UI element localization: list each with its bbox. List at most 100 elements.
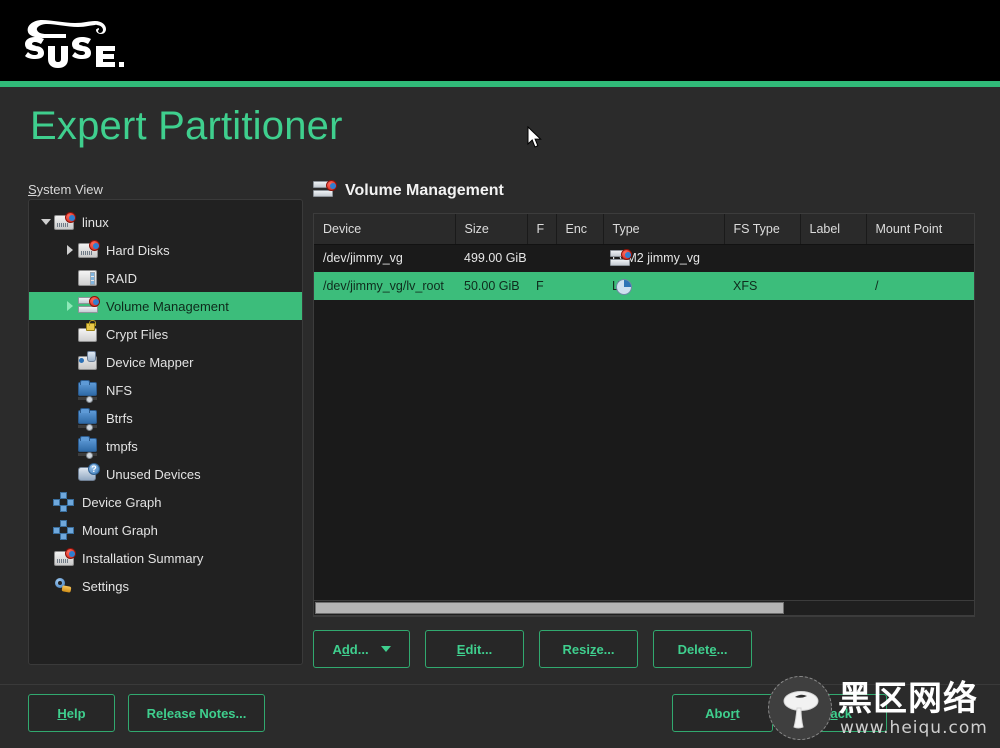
edit-button[interactable]: Edit...	[425, 630, 524, 668]
abort-button[interactable]: Abort	[672, 694, 773, 732]
cell-enc	[556, 244, 603, 272]
system-view-label: System View	[28, 182, 103, 197]
sidebar-item-hard-disks[interactable]: Hard Disks	[29, 236, 302, 264]
cell-f	[527, 244, 556, 272]
chevron-down-icon[interactable]	[39, 208, 53, 236]
column-header-fs-type[interactable]: FS Type	[724, 214, 801, 245]
suse-banner	[0, 0, 1000, 81]
device-mapper-icon	[77, 351, 99, 372]
sidebar-item-settings[interactable]: Settings	[29, 572, 302, 600]
footer-divider	[0, 684, 1000, 685]
cell-mount-point: /	[866, 272, 974, 300]
sidebar-item-linux[interactable]: linux	[29, 208, 302, 236]
chevron-right-icon[interactable]	[63, 236, 77, 264]
cell-size: 499.00 GiB	[464, 251, 527, 266]
hard-disk-icon	[53, 212, 76, 232]
suse-logo	[25, 20, 124, 68]
mouse-cursor	[527, 126, 542, 148]
back-button[interactable]: Back	[786, 694, 887, 732]
twisty-placeholder	[63, 264, 77, 292]
cell-type: LV	[603, 272, 724, 300]
cell-fs-type: XFS	[724, 272, 800, 300]
table-row[interactable]: /dev/jimmy_vg 499.00 GiB LVM2 jimmy_vg	[314, 244, 974, 272]
sidebar-item-crypt-files[interactable]: Crypt Files	[29, 320, 302, 348]
cell-f: F	[527, 272, 556, 300]
system-view-tree[interactable]: linux Hard Disks RAID Volume Management Cryp…	[29, 200, 302, 600]
graph-icon	[53, 492, 75, 512]
cell-type: LVM2 jimmy_vg	[603, 244, 724, 272]
column-header-mount-point[interactable]: Mount Point	[866, 214, 974, 245]
help-button[interactable]: Help	[28, 694, 115, 732]
expert-partitioner-window: Expert Partitioner System View linux Hard…	[0, 0, 1000, 748]
wrench-icon	[53, 576, 75, 596]
sidebar-item-label: Unused Devices	[106, 466, 201, 482]
raid-icon	[77, 268, 99, 288]
device-table-body[interactable]: /dev/jimmy_vg 499.00 GiB LVM2 jimmy_vg/dev…	[314, 244, 974, 300]
sidebar-item-device-mapper[interactable]: Device Mapper	[29, 348, 302, 376]
sidebar-item-unused-devices[interactable]: ? Unused Devices	[29, 460, 302, 488]
sidebar-item-device-graph[interactable]: Device Graph	[29, 488, 302, 516]
scrollbar-thumb[interactable]	[315, 602, 784, 614]
device-action-buttons: Add... Edit... Resize... Delete...	[313, 630, 752, 668]
sidebar-item-label: tmpfs	[106, 438, 138, 454]
crypt-file-icon	[77, 320, 99, 344]
cell-label	[800, 244, 866, 272]
cell-device: /dev/jimmy_vg	[323, 251, 403, 266]
sidebar-item-btrfs[interactable]: Btrfs	[29, 404, 302, 432]
sidebar-item-raid[interactable]: RAID	[29, 264, 302, 292]
sidebar-item-label: Btrfs	[106, 410, 133, 426]
device-table-panel: Device Size F Enc Type FS Type Label Mount Poin…	[313, 213, 975, 617]
column-header-label[interactable]: Label	[800, 214, 867, 245]
sidebar-item-nfs[interactable]: NFS	[29, 376, 302, 404]
volume-group-icon	[312, 180, 337, 202]
twisty-placeholder	[63, 320, 77, 348]
sidebar-item-tmpfs[interactable]: tmpfs	[29, 432, 302, 460]
logical-volume-icon	[609, 276, 632, 296]
sidebar-item-label: linux	[82, 214, 109, 230]
column-header-enc[interactable]: Enc	[556, 214, 604, 245]
volume-group-icon	[609, 248, 632, 269]
delete-button[interactable]: Delete...	[653, 630, 752, 668]
sidebar-item-label: Volume Management	[106, 298, 229, 314]
resize-button[interactable]: Resize...	[539, 630, 638, 668]
content-heading: Volume Management	[312, 180, 504, 202]
twisty-placeholder	[63, 432, 77, 460]
sidebar-item-label: Device Graph	[82, 494, 162, 510]
device-table-hscrollbar[interactable]	[313, 600, 975, 616]
folder-network-icon	[77, 380, 99, 403]
volume-group-icon	[77, 296, 100, 316]
column-header-type[interactable]: Type	[603, 214, 725, 245]
column-header-size[interactable]: Size	[455, 214, 528, 245]
cell-device: /dev/jimmy_vg/lv_root	[314, 272, 455, 300]
sidebar-item-volume-management[interactable]: Volume Management	[29, 292, 302, 320]
release-notes-button[interactable]: Release Notes...	[128, 694, 265, 732]
device-table-header-row: Device Size F Enc Type FS Type Label Mount Poin…	[314, 214, 974, 245]
cell-label	[800, 272, 866, 300]
sidebar-item-label: Settings	[82, 578, 129, 594]
system-view-panel: linux Hard Disks RAID Volume Management Cryp…	[28, 199, 303, 665]
chevron-down-icon	[380, 646, 391, 652]
sidebar-item-mount-graph[interactable]: Mount Graph	[29, 516, 302, 544]
cell-fs-type	[724, 244, 800, 272]
twisty-placeholder	[39, 516, 53, 544]
twisty-placeholder	[63, 404, 77, 432]
sidebar-item-label: Mount Graph	[82, 522, 158, 538]
folder-network-icon	[77, 408, 99, 431]
twisty-placeholder	[63, 376, 77, 404]
cell-mount-point	[866, 244, 974, 272]
accent-line	[0, 81, 1000, 87]
sidebar-item-label: Crypt Files	[106, 326, 169, 342]
twisty-placeholder	[39, 488, 53, 516]
graph-icon	[53, 520, 75, 540]
device-table: Device Size F Enc Type FS Type Label Mount Poin…	[314, 214, 974, 300]
column-header-device[interactable]: Device	[314, 214, 456, 245]
page-title: Expert Partitioner	[30, 104, 343, 148]
twisty-placeholder	[63, 460, 77, 488]
sidebar-item-installation-summary[interactable]: Installation Summary	[29, 544, 302, 572]
table-row[interactable]: /dev/jimmy_vg/lv_root50.00 GiBF LVXFS /	[314, 272, 974, 300]
cell-size: 50.00 GiB	[455, 272, 527, 300]
column-header-f[interactable]: F	[527, 214, 557, 245]
add-button[interactable]: Add...	[313, 630, 410, 668]
chevron-right-icon[interactable]	[63, 292, 77, 320]
twisty-placeholder	[39, 572, 53, 600]
